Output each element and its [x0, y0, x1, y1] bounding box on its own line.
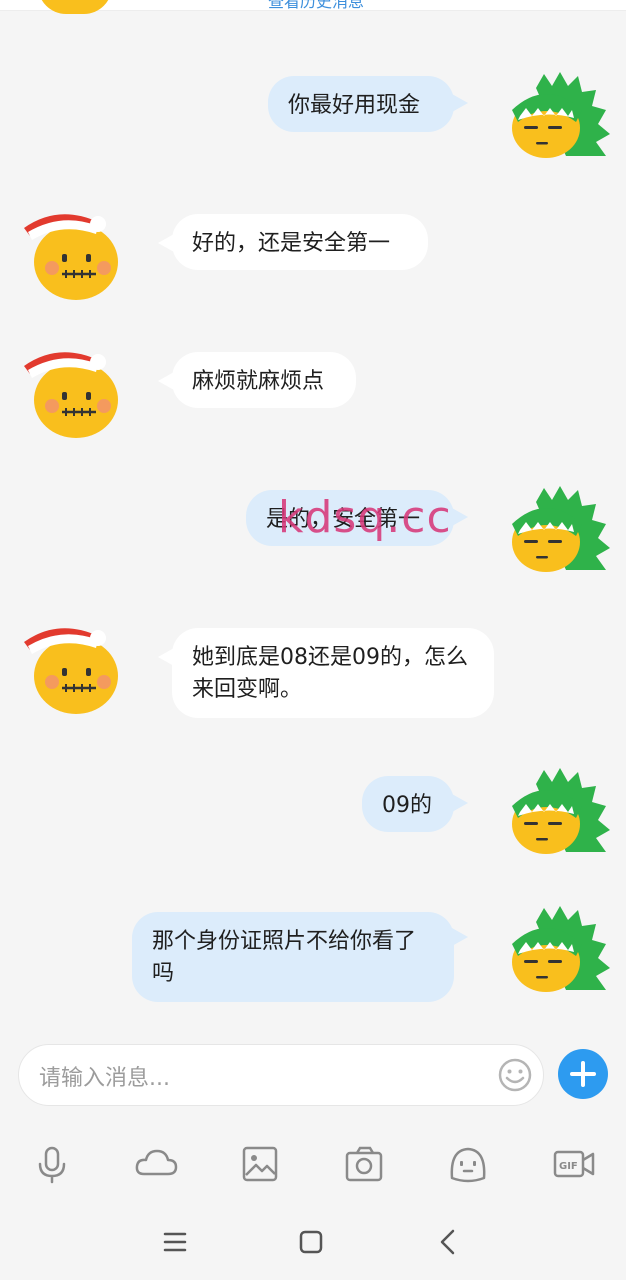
message-text: 那个身份证照片不给你看了吗 [152, 929, 417, 986]
bubble-tail [452, 508, 468, 526]
dino-avatar[interactable] [506, 904, 612, 1002]
dino-avatar[interactable] [506, 766, 612, 864]
camera-icon[interactable] [342, 1142, 386, 1186]
message-bubble-in[interactable]: 麻烦就麻烦点 [172, 352, 356, 408]
message-text: 你最好用现金 [288, 93, 421, 118]
dino-avatar[interactable] [506, 70, 612, 168]
santa-avatar[interactable] [18, 620, 124, 718]
bubble-tail [452, 794, 468, 812]
message-text: 09的 [382, 793, 432, 818]
message-bubble-out[interactable]: 09的 [362, 776, 454, 832]
message-bubble-out[interactable]: 你最好用现金 [268, 76, 454, 132]
message-text: 她到底是08还是09的，怎么来回变啊。 [192, 645, 468, 702]
add-button[interactable] [558, 1049, 608, 1099]
bubble-tail [452, 94, 468, 112]
message-input[interactable]: 请输入消息... [18, 1044, 544, 1106]
input-placeholder: 请输入消息... [39, 1066, 170, 1091]
system-nav-bar [0, 1205, 626, 1280]
santa-avatar[interactable] [18, 344, 124, 442]
back-icon[interactable] [430, 1224, 466, 1260]
image-icon[interactable] [238, 1142, 282, 1186]
plus-icon [570, 1061, 596, 1087]
dino-avatar[interactable] [506, 484, 612, 582]
microphone-icon[interactable] [30, 1142, 74, 1186]
emoji-icon[interactable] [497, 1057, 533, 1093]
gif-camera-icon[interactable]: GIF [552, 1142, 596, 1186]
svg-text:GIF: GIF [559, 1161, 578, 1172]
message-text: 好的，还是安全第一 [192, 231, 391, 256]
cloud-icon[interactable] [134, 1142, 178, 1186]
sticker-icon[interactable] [446, 1142, 490, 1186]
home-icon[interactable] [293, 1224, 329, 1260]
menu-icon[interactable] [157, 1224, 193, 1260]
watermark: kdsq.cc [278, 492, 452, 543]
message-bubble-in[interactable]: 好的，还是安全第一 [172, 214, 428, 270]
message-text: 麻烦就麻烦点 [192, 369, 325, 394]
bubble-tail [452, 928, 468, 946]
input-toolbar: GIF [0, 1125, 626, 1205]
message-bubble-out[interactable]: 那个身份证照片不给你看了吗 [132, 912, 454, 1002]
santa-avatar[interactable] [18, 206, 124, 304]
message-bubble-in[interactable]: 她到底是08还是09的，怎么来回变啊。 [172, 628, 494, 718]
input-bar: 请输入消息... [0, 1030, 626, 1120]
